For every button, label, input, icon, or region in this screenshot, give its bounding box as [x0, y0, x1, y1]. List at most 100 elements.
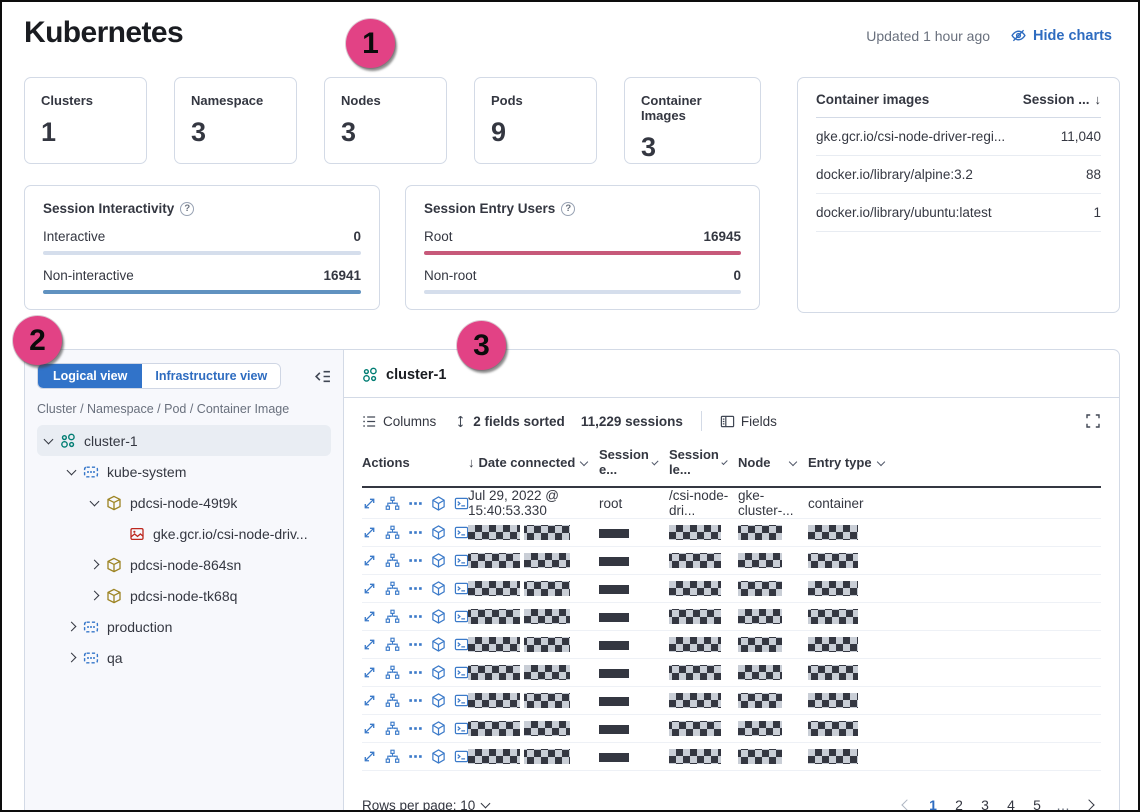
sort-fields-button[interactable]: 2 fields sorted — [454, 414, 565, 429]
collapse-panel-icon[interactable] — [314, 368, 331, 385]
tree-item-kube-system[interactable]: kube-system — [37, 456, 331, 487]
more-actions-icon[interactable] — [408, 609, 423, 624]
analyze-event-icon[interactable] — [385, 721, 400, 736]
terminal-icon[interactable] — [454, 609, 469, 624]
chevron-right-icon[interactable] — [90, 591, 100, 601]
tree-item-pdcsi-node-tk68q[interactable]: pdcsi-node-tk68q — [37, 580, 331, 611]
help-icon[interactable]: ? — [180, 202, 194, 216]
tree-item-gke-gcr-io-csi-node-driv-[interactable]: gke.gcr.io/csi-node-driv... — [37, 518, 331, 549]
columns-button[interactable]: Columns — [362, 414, 436, 429]
analyze-event-icon[interactable] — [385, 665, 400, 680]
tree-item-production[interactable]: production — [37, 611, 331, 642]
chevron-down-icon[interactable] — [90, 496, 100, 506]
analyze-event-icon[interactable] — [385, 553, 400, 568]
cube-icon[interactable] — [431, 749, 446, 764]
column-header-node[interactable]: Node — [738, 440, 808, 487]
cube-icon[interactable] — [431, 553, 446, 568]
expand-icon[interactable] — [362, 553, 377, 568]
terminal-icon[interactable] — [454, 581, 469, 596]
more-actions-icon[interactable] — [408, 581, 423, 596]
analyze-event-icon[interactable] — [385, 581, 400, 596]
tree-item-pdcsi-node-49t9k[interactable]: pdcsi-node-49t9k — [37, 487, 331, 518]
chevron-down-icon[interactable] — [580, 458, 588, 466]
fields-button[interactable]: Fields — [720, 414, 777, 429]
cube-icon[interactable] — [431, 581, 446, 596]
chevron-right-icon[interactable] — [67, 622, 77, 632]
hide-charts-button[interactable]: Hide charts — [1010, 27, 1112, 44]
expand-icon[interactable] — [362, 637, 377, 652]
analyze-event-icon[interactable] — [385, 693, 400, 708]
chevron-right-icon[interactable] — [90, 560, 100, 570]
session-row-redacted[interactable] — [362, 659, 1101, 687]
rows-per-page-selector[interactable]: Rows per page: 10 — [362, 798, 489, 811]
analyze-event-icon[interactable] — [385, 525, 400, 540]
session-row-redacted[interactable] — [362, 603, 1101, 631]
cube-icon[interactable] — [431, 496, 446, 511]
session-row-redacted[interactable] — [362, 547, 1101, 575]
column-header-entry-type[interactable]: Entry type — [808, 440, 896, 487]
expand-icon[interactable] — [362, 609, 377, 624]
session-row-redacted[interactable] — [362, 715, 1101, 743]
session-row-redacted[interactable] — [362, 687, 1101, 715]
terminal-icon[interactable] — [454, 665, 469, 680]
page-button-5[interactable]: 5 — [1025, 793, 1049, 810]
tree-item-qa[interactable]: qa — [37, 642, 331, 673]
terminal-icon[interactable] — [454, 693, 469, 708]
expand-icon[interactable] — [362, 693, 377, 708]
tree-item-cluster-1[interactable]: cluster-1 — [37, 425, 331, 456]
next-page-button[interactable] — [1077, 793, 1101, 810]
more-actions-icon[interactable] — [408, 637, 423, 652]
column-header-session-le-[interactable]: Session le... — [669, 440, 738, 487]
terminal-icon[interactable] — [454, 749, 469, 764]
analyze-event-icon[interactable] — [385, 609, 400, 624]
expand-icon[interactable] — [362, 749, 377, 764]
expand-icon[interactable] — [362, 581, 377, 596]
cube-icon[interactable] — [431, 525, 446, 540]
chevron-down-icon[interactable] — [67, 465, 77, 475]
terminal-icon[interactable] — [454, 721, 469, 736]
more-actions-icon[interactable] — [408, 525, 423, 540]
chevron-down-icon[interactable] — [789, 458, 797, 466]
chevron-down-icon[interactable] — [721, 459, 727, 465]
page-button-3[interactable]: 3 — [973, 793, 997, 810]
session-row-redacted[interactable] — [362, 519, 1101, 547]
more-actions-icon[interactable] — [408, 693, 423, 708]
infrastructure-view-button[interactable]: Infrastructure view — [142, 364, 280, 388]
more-actions-icon[interactable] — [408, 665, 423, 680]
more-actions-icon[interactable] — [408, 721, 423, 736]
expand-icon[interactable] — [362, 721, 377, 736]
terminal-icon[interactable] — [454, 496, 469, 511]
expand-icon[interactable] — [362, 665, 377, 680]
column-header-date-connected[interactable]: ↓ Date connected — [468, 440, 599, 487]
column-header-session-e-[interactable]: Session e... — [599, 440, 669, 487]
terminal-icon[interactable] — [454, 553, 469, 568]
cube-icon[interactable] — [431, 665, 446, 680]
session-row[interactable]: Jul 29, 2022 @ 15:40:53.330 root /csi-no… — [362, 487, 1101, 519]
analyze-event-icon[interactable] — [385, 496, 400, 511]
page-button-1[interactable]: 1 — [921, 793, 945, 810]
chevron-down-icon[interactable] — [651, 458, 658, 465]
terminal-icon[interactable] — [454, 637, 469, 652]
sessions-column-header[interactable]: Session ... ↓ — [1023, 92, 1101, 107]
help-icon[interactable]: ? — [561, 202, 575, 216]
session-row-redacted[interactable] — [362, 743, 1101, 771]
logical-view-button[interactable]: Logical view — [38, 364, 142, 388]
fullscreen-icon[interactable] — [1085, 413, 1101, 429]
container-images-column-header[interactable]: Container images — [816, 92, 929, 107]
cube-icon[interactable] — [431, 721, 446, 736]
more-actions-icon[interactable] — [408, 496, 423, 511]
previous-page-button[interactable] — [895, 793, 919, 810]
cube-icon[interactable] — [431, 693, 446, 708]
expand-icon[interactable] — [362, 525, 377, 540]
chevron-down-icon[interactable] — [877, 458, 885, 466]
page-button-2[interactable]: 2 — [947, 793, 971, 810]
session-row-redacted[interactable] — [362, 631, 1101, 659]
more-actions-icon[interactable] — [408, 749, 423, 764]
chevron-down-icon[interactable] — [44, 434, 54, 444]
cube-icon[interactable] — [431, 609, 446, 624]
expand-icon[interactable] — [362, 496, 377, 511]
session-row-redacted[interactable] — [362, 575, 1101, 603]
cube-icon[interactable] — [431, 637, 446, 652]
page-button-4[interactable]: 4 — [999, 793, 1023, 810]
tree-item-pdcsi-node-864sn[interactable]: pdcsi-node-864sn — [37, 549, 331, 580]
